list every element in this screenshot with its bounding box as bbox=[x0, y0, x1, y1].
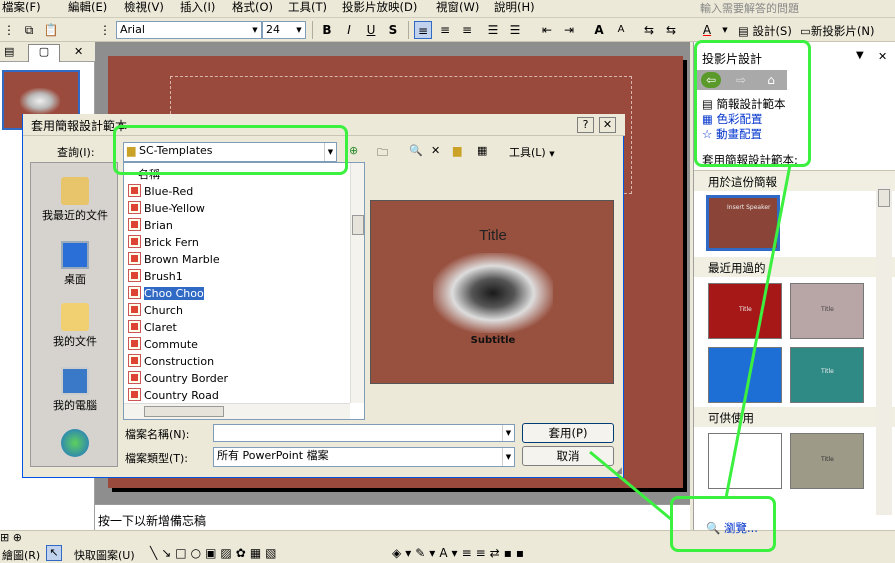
annotation-line bbox=[724, 164, 792, 499]
annotation-line bbox=[589, 450, 673, 522]
annotation-lines bbox=[589, 164, 792, 522]
